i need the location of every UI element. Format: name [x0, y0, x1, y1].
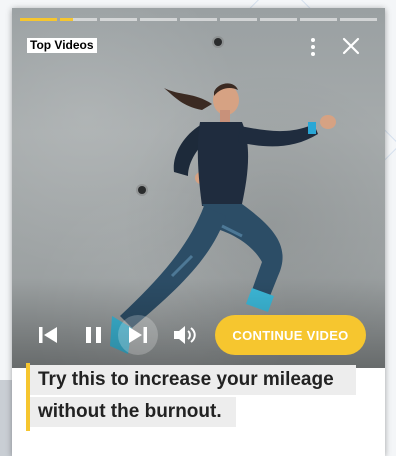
- more-vertical-icon: [311, 38, 315, 42]
- more-options-button[interactable]: [302, 36, 324, 58]
- progress-bar: [20, 18, 377, 21]
- headline-line-2: without the burnout.: [30, 397, 236, 427]
- skip-next-icon: [129, 327, 147, 343]
- skip-previous-icon: [39, 327, 57, 343]
- playlist-label: Top Videos: [27, 38, 97, 53]
- progress-segment: [20, 18, 57, 21]
- progress-segment: [220, 18, 257, 21]
- progress-segment: [100, 18, 137, 21]
- volume-icon: [174, 326, 196, 344]
- wall-tie-hole: [214, 38, 222, 46]
- progress-segment: [300, 18, 337, 21]
- progress-segment: [180, 18, 217, 21]
- pause-icon: [86, 327, 101, 343]
- video-player-card: Top Videos CONTINUE VIDEO Try this to in…: [12, 8, 385, 456]
- next-button[interactable]: [118, 315, 158, 355]
- close-icon[interactable]: [340, 35, 362, 57]
- video-headline[interactable]: Try this to increase your mileage withou…: [26, 363, 356, 431]
- previous-button[interactable]: [36, 320, 60, 350]
- video-frame[interactable]: [12, 8, 385, 368]
- continue-video-button[interactable]: CONTINUE VIDEO: [215, 315, 366, 355]
- headline-line-1: Try this to increase your mileage: [30, 365, 356, 395]
- volume-button[interactable]: [170, 320, 200, 350]
- progress-segment: [60, 18, 97, 21]
- progress-segment: [260, 18, 297, 21]
- progress-segment: [140, 18, 177, 21]
- progress-segment: [340, 18, 377, 21]
- pause-button[interactable]: [82, 320, 106, 350]
